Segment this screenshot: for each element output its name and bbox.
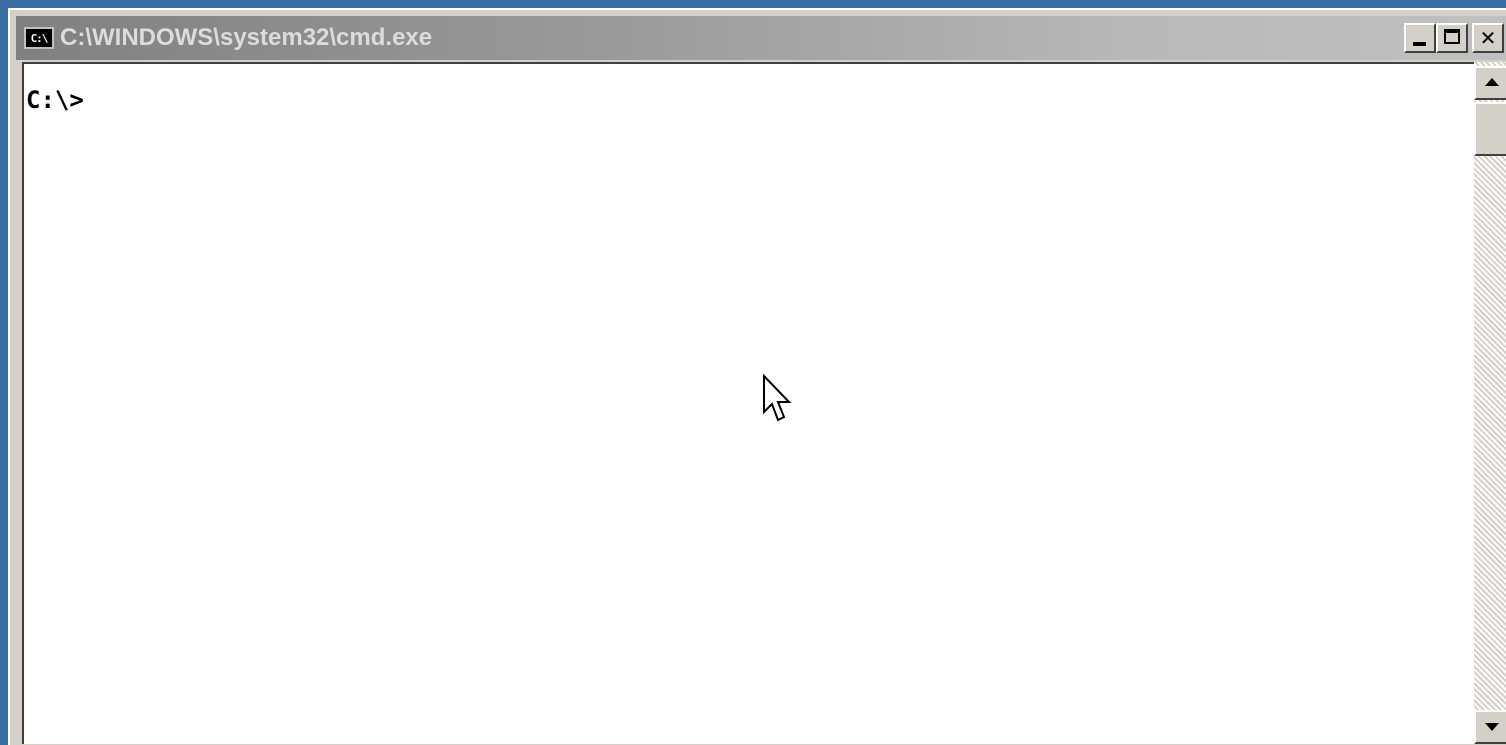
- scrollbar-thumb[interactable]: [1474, 102, 1506, 156]
- title-bar[interactable]: C:\ C:\WINDOWS\system32\cmd.exe ✕: [16, 16, 1506, 60]
- close-icon: ✕: [1479, 26, 1497, 50]
- window-controls: ✕: [1404, 23, 1504, 53]
- window-title: C:\WINDOWS\system32\cmd.exe: [60, 24, 433, 51]
- arrow-down-icon: [1485, 723, 1499, 731]
- close-button[interactable]: ✕: [1472, 23, 1504, 53]
- maximize-button[interactable]: [1436, 23, 1468, 53]
- scroll-down-button[interactable]: [1474, 710, 1506, 744]
- scroll-up-button[interactable]: [1474, 66, 1506, 100]
- cmd-app-icon[interactable]: C:\: [24, 27, 54, 49]
- maximize-icon: [1444, 29, 1460, 44]
- desktop-background: C:\ C:\WINDOWS\system32\cmd.exe ✕ C:\>: [0, 0, 1506, 745]
- console-output-area[interactable]: C:\>: [22, 62, 1474, 744]
- mouse-pointer-icon: [763, 374, 792, 422]
- minimize-icon: [1413, 42, 1426, 46]
- vertical-scrollbar[interactable]: [1474, 62, 1506, 744]
- command-prompt: C:\>: [26, 86, 84, 114]
- arrow-up-icon: [1485, 78, 1499, 86]
- cmd-window: C:\ C:\WINDOWS\system32\cmd.exe ✕ C:\>: [8, 8, 1506, 745]
- minimize-button[interactable]: [1404, 23, 1436, 53]
